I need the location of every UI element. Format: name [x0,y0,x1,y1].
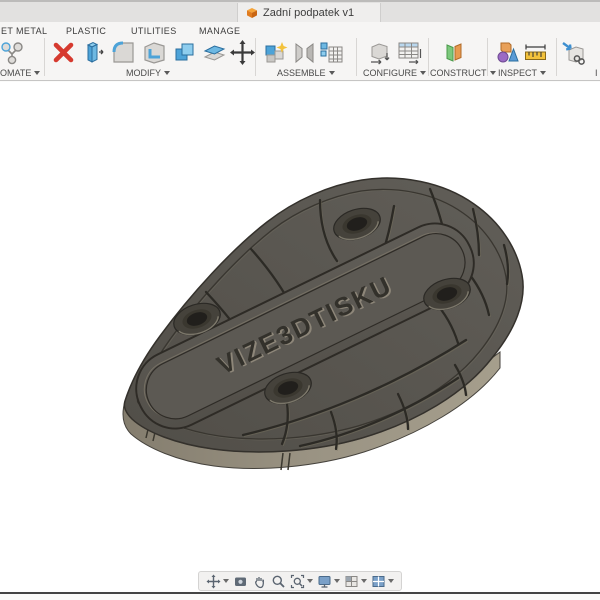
chevron-down-icon [307,579,313,583]
fit-icon [290,574,305,588]
fillet-icon[interactable] [110,39,137,66]
chevron-down-icon [334,579,340,583]
chevron-down-icon [164,71,170,75]
insert-icon[interactable] [560,39,587,66]
fusion-document-icon [247,7,257,18]
measure-icon[interactable] [522,39,549,66]
orbit-button[interactable] [206,574,229,589]
group-separator [356,38,357,76]
chevron-down-icon [34,71,41,75]
viewports-button[interactable] [371,574,394,589]
navigation-bar [198,571,402,591]
viewports-icon [372,575,385,587]
heel-plate-model: VIZE3DTISKU VIZE3DTISKU [122,177,524,471]
construction-plane-icon[interactable] [440,39,467,66]
chevron-down-icon [388,579,394,583]
viewport-canvas[interactable]: VIZE3DTISKU VIZE3DTISKU [0,82,600,592]
press-pull-icon[interactable] [80,39,107,66]
orbit-icon [206,574,221,588]
zoom-icon [272,575,285,588]
automate-icon[interactable] [0,39,25,66]
zoom-button[interactable] [271,574,286,589]
display-settings-icon [318,575,331,588]
combine-icon[interactable] [171,39,198,66]
grid-and-snaps-button[interactable] [344,574,367,589]
group-label-construct[interactable]: CONSTRUCT [430,67,496,79]
chevron-down-icon [223,579,229,583]
tab-plastic[interactable]: PLASTIC [66,26,106,36]
window-bottom-edge [0,592,600,594]
chevron-down-icon [489,71,496,75]
shell-icon[interactable] [141,39,168,66]
new-component-icon[interactable] [262,39,289,66]
pan-button[interactable] [252,574,267,589]
group-label-automate[interactable]: OMATE [0,67,41,79]
configuration-table-icon[interactable] [396,39,423,66]
configuration-icon[interactable] [366,39,393,66]
tab-sheet-metal[interactable]: ET METAL [1,26,47,36]
look-at-icon [235,577,246,586]
group-label-insert[interactable]: I [595,67,598,79]
move-icon[interactable] [229,39,256,66]
fusion-window: Zadní podpatek v1 ET METAL PLASTIC UTILI… [0,0,600,600]
group-separator [428,38,429,76]
chevron-down-icon [420,71,426,75]
offset-face-icon[interactable] [201,39,228,66]
component-table-icon[interactable] [318,39,345,66]
chevron-down-icon [328,71,335,75]
document-tab-bar: Zadní podpatek v1 [0,0,600,22]
group-label-modify[interactable]: MODIFY [126,67,170,79]
fit-button[interactable] [290,574,313,589]
chevron-down-icon [540,71,547,75]
ribbon-toolbar: ET METAL PLASTIC UTILITIES MANAGE OMATE … [0,22,600,81]
document-tab-title: Zadní podpatek v1 [263,6,355,19]
group-label-assemble[interactable]: ASSEMBLE [277,67,335,79]
grid-icon [345,575,358,587]
pan-icon [255,576,264,588]
look-at-button[interactable] [233,574,248,589]
group-separator [556,38,557,76]
tab-utilities[interactable]: UTILITIES [131,26,177,36]
chevron-down-icon [361,579,367,583]
analysis-shapes-icon[interactable] [494,39,521,66]
display-settings-button[interactable] [317,574,340,589]
group-label-inspect[interactable]: INSPECT [498,67,547,79]
tab-manage[interactable]: MANAGE [199,26,240,36]
document-tab[interactable]: Zadní podpatek v1 [237,3,381,22]
delete-icon[interactable] [50,39,77,66]
joint-icon[interactable] [291,39,318,66]
group-separator [44,38,45,76]
group-label-configure[interactable]: CONFIGURE [363,67,426,79]
